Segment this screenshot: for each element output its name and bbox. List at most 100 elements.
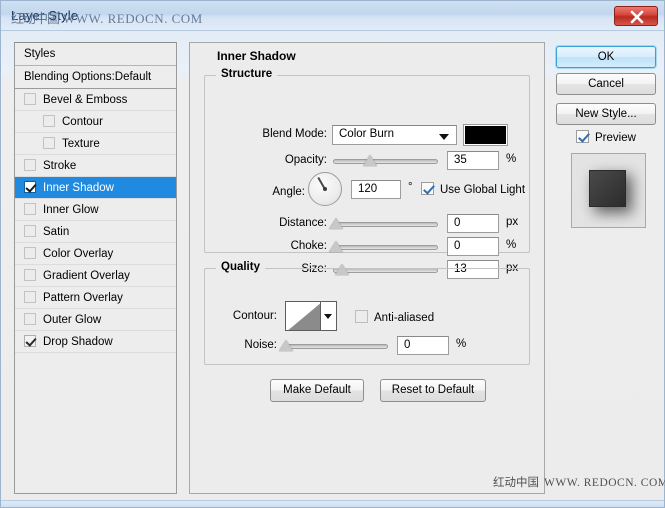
fx-row-pattern-overlay[interactable]: Pattern Overlay: [15, 287, 176, 309]
fx-label: Pattern Overlay: [43, 292, 123, 304]
angle-dial[interactable]: [308, 172, 342, 206]
fx-label: Texture: [62, 138, 100, 150]
fx-row-stroke[interactable]: Stroke: [15, 155, 176, 177]
blend-mode-value: Color Burn: [339, 128, 394, 140]
checkbox-texture[interactable]: [43, 137, 55, 149]
fx-row-gradient-overlay[interactable]: Gradient Overlay: [15, 265, 176, 287]
preview-checkbox[interactable]: Preview: [576, 130, 636, 144]
choke-unit: %: [506, 239, 516, 251]
checkbox-inner-glow[interactable]: [24, 203, 36, 215]
distance-slider-thumb[interactable]: [329, 218, 343, 229]
choke-input[interactable]: 0: [447, 237, 499, 256]
checkbox-box: [421, 182, 434, 195]
use-global-light-checkbox[interactable]: Use Global Light: [421, 182, 525, 196]
checkbox-color-overlay[interactable]: [24, 247, 36, 259]
checkbox-contour[interactable]: [43, 115, 55, 127]
noise-unit: %: [456, 338, 466, 350]
close-icon[interactable]: [614, 6, 658, 26]
choke-slider-thumb[interactable]: [329, 241, 343, 252]
blend-mode-select[interactable]: Color Burn: [332, 125, 457, 145]
layer-style-dialog: Layer Style 红动中国WWW. REDOCN. COM Styles …: [0, 0, 665, 508]
noise-slider[interactable]: [283, 339, 388, 353]
cancel-button[interactable]: Cancel: [556, 73, 656, 95]
bottom-watermark: 红动中国WWW. REDOCN. COM: [493, 474, 665, 490]
checkbox-inner-shadow[interactable]: [24, 181, 36, 193]
title-watermark: 红动中国 WWW. REDOCN. COM: [11, 8, 203, 27]
fx-row-satin[interactable]: Satin: [15, 221, 176, 243]
fx-label: Outer Glow: [43, 314, 101, 326]
style-preview-thumbnail: [571, 153, 646, 228]
preview-label: Preview: [595, 132, 636, 144]
quality-group: Quality Contour: Anti-aliased Noise: 0 %: [204, 268, 530, 365]
fx-row-inner-shadow[interactable]: Inner Shadow: [15, 177, 176, 199]
noise-label: Noise:: [215, 339, 277, 351]
fx-row-color-overlay[interactable]: Color Overlay: [15, 243, 176, 265]
noise-input[interactable]: 0: [397, 336, 449, 355]
angle-label: Angle:: [227, 186, 305, 198]
opacity-slider-track: [333, 159, 438, 164]
structure-legend: Structure: [216, 68, 277, 80]
checkbox-stroke[interactable]: [24, 159, 36, 171]
choke-slider[interactable]: [333, 240, 438, 254]
inner-shadow-settings-panel: Inner Shadow Structure Blend Mode: Color…: [189, 42, 545, 494]
checkbox-drop-shadow[interactable]: [24, 335, 36, 347]
contour-dropdown-button[interactable]: [321, 301, 337, 331]
watermark-cn-text: 红动中国: [11, 11, 59, 26]
watermark-url-text: WWW. REDOCN. COM: [63, 11, 203, 26]
distance-input[interactable]: 0: [447, 214, 499, 233]
fx-row-inner-glow[interactable]: Inner Glow: [15, 199, 176, 221]
fx-label: Color Overlay: [43, 248, 113, 260]
fx-row-texture[interactable]: Texture: [15, 133, 176, 155]
distance-slider[interactable]: [333, 217, 438, 231]
checkbox-box: [576, 130, 589, 143]
fx-row-drop-shadow[interactable]: Drop Shadow: [15, 331, 176, 353]
fx-row-outer-glow[interactable]: Outer Glow: [15, 309, 176, 331]
structure-group: Structure Blend Mode: Color Burn Opacity…: [204, 75, 530, 253]
watermark-cn-text: 红动中国: [493, 477, 539, 489]
choke-slider-track: [333, 245, 438, 250]
contour-preset-swatch[interactable]: [285, 301, 321, 331]
use-global-light-label: Use Global Light: [440, 184, 525, 196]
opacity-slider-thumb[interactable]: [363, 155, 377, 166]
ok-button[interactable]: OK: [556, 46, 656, 68]
shadow-color-swatch[interactable]: [464, 125, 507, 145]
distance-unit: px: [506, 216, 518, 228]
blending-options-row[interactable]: Blending Options:Default: [15, 66, 176, 89]
quality-legend: Quality: [216, 261, 265, 273]
chevron-down-icon: [324, 314, 332, 319]
angle-dial-hub: [323, 187, 327, 191]
fx-label: Contour: [62, 116, 103, 128]
opacity-input[interactable]: 35: [447, 151, 499, 170]
checkbox-satin[interactable]: [24, 225, 36, 237]
new-style-button[interactable]: New Style...: [556, 103, 656, 125]
choke-label: Choke:: [227, 240, 327, 252]
checkbox-outer-glow[interactable]: [24, 313, 36, 325]
checkbox-pattern-overlay[interactable]: [24, 291, 36, 303]
opacity-unit: %: [506, 153, 516, 165]
opacity-slider[interactable]: [333, 154, 438, 168]
make-default-button[interactable]: Make Default: [270, 379, 364, 402]
anti-aliased-checkbox[interactable]: Anti-aliased: [355, 310, 434, 324]
noise-slider-track: [283, 344, 388, 349]
fx-label: Bevel & Emboss: [43, 94, 127, 106]
anti-aliased-label: Anti-aliased: [374, 312, 434, 324]
fx-label: Stroke: [43, 160, 76, 172]
noise-slider-thumb[interactable]: [279, 340, 293, 351]
blend-mode-label: Blend Mode:: [227, 128, 327, 140]
fx-row-contour[interactable]: Contour: [15, 111, 176, 133]
checkbox-box: [355, 310, 368, 323]
preview-square: [589, 170, 626, 207]
reset-to-default-button[interactable]: Reset to Default: [380, 379, 486, 402]
fx-label: Inner Glow: [43, 204, 99, 216]
fx-row-bevel-emboss[interactable]: Bevel & Emboss: [15, 89, 176, 111]
close-x-glyph: [629, 10, 645, 24]
angle-unit: °: [408, 181, 413, 193]
angle-input[interactable]: 120: [351, 180, 401, 199]
fx-label: Satin: [43, 226, 69, 238]
panel-title: Inner Shadow: [212, 49, 301, 63]
checkbox-bevel-emboss[interactable]: [24, 93, 36, 105]
status-bar: [1, 500, 664, 507]
title-bar[interactable]: Layer Style 红动中国WWW. REDOCN. COM: [1, 1, 664, 31]
fx-label: Inner Shadow: [43, 182, 114, 194]
checkbox-gradient-overlay[interactable]: [24, 269, 36, 281]
